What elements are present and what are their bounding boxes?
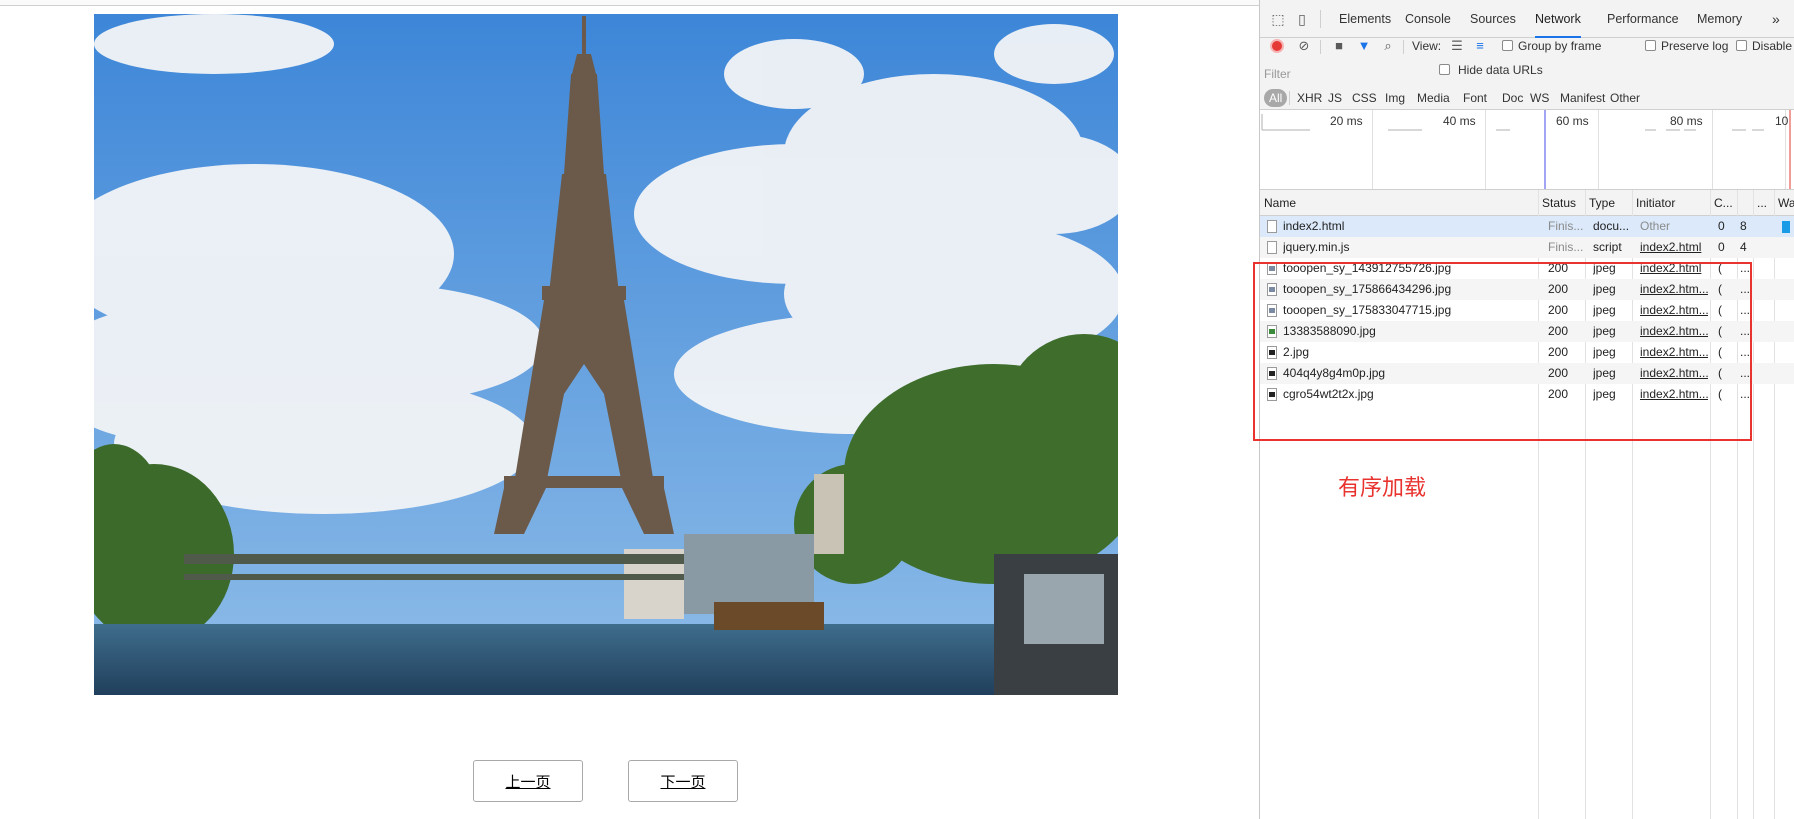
tab-separator [1320,10,1321,28]
column-header-time[interactable]: ... [1757,190,1773,216]
tab-performance[interactable]: Performance [1607,0,1679,38]
request-time: 4 [1740,240,1747,254]
type-separator [1289,91,1290,105]
large-rows-icon[interactable]: ☰ [1448,37,1466,55]
type-filter-css[interactable]: CSS [1350,89,1379,107]
column-header-status[interactable]: Status [1542,190,1586,216]
timeline-gridline [1372,110,1373,189]
highlight-box [1253,262,1752,441]
request-row[interactable]: index2.html Finis... docu... Other 0 8 [1260,216,1794,237]
more-tabs-icon[interactable]: » [1772,0,1780,38]
document-file-icon [1267,241,1277,254]
type-filter-doc[interactable]: Doc [1500,89,1525,107]
tab-memory[interactable]: Memory [1697,0,1742,38]
tab-sources[interactable]: Sources [1470,0,1516,38]
view-label: View: [1412,39,1442,53]
timeline-tick-label: 80 ms [1670,114,1703,128]
annotation-note: 有序加载 [1338,476,1427,501]
eiffel-tower-photo [94,14,1118,695]
browser-top-edge [0,0,1260,6]
next-page-button[interactable]: 下一页 [628,760,738,802]
tab-console[interactable]: Console [1405,0,1451,38]
group-by-frame-label: Group by frame [1518,39,1602,53]
filter-row: Hide data URLs [1260,60,1794,88]
hide-data-urls-label: Hide data URLs [1458,63,1543,77]
filter-icon[interactable]: ▼ [1355,37,1373,55]
timeline-overview: 20 ms 40 ms 60 ms 80 ms 10 [1260,110,1794,190]
type-filter-font[interactable]: Font [1461,89,1489,107]
request-time: 8 [1740,219,1747,233]
tab-network[interactable]: Network [1535,0,1581,38]
tab-elements[interactable]: Elements [1339,0,1391,38]
request-initiator: Other [1640,219,1671,233]
screenshot-camera-icon[interactable]: ■ [1330,37,1348,55]
document-file-icon [1267,220,1277,233]
request-size: 0 [1718,240,1725,254]
group-by-frame-checkbox[interactable] [1502,40,1513,51]
type-filter-ws[interactable]: WS [1528,89,1551,107]
timeline-gridline [1712,110,1713,189]
type-filter-js[interactable]: JS [1326,89,1344,107]
request-name: index2.html [1283,219,1345,233]
toolbar-separator [1320,40,1321,54]
device-toolbar-icon[interactable]: ▯ [1293,10,1311,28]
type-filter-img[interactable]: Img [1383,89,1407,107]
prev-page-button[interactable]: 上一页 [473,760,583,802]
disable-cache-checkbox[interactable] [1736,40,1747,51]
column-header-waterfall[interactable]: Wa [1778,190,1794,216]
timeline-tick-label: 20 ms [1330,114,1363,128]
waterfall-bar [1782,221,1790,233]
column-header-size[interactable]: C... [1714,190,1734,216]
overview-icon[interactable]: ≡ [1471,37,1489,55]
clear-icon[interactable]: ⊘ [1295,37,1313,55]
disable-cache-label: Disable [1752,39,1793,53]
timeline-tick-label: 40 ms [1443,114,1476,128]
record-icon[interactable] [1270,39,1284,53]
timeline-gridline [1598,110,1599,189]
request-row[interactable]: jquery.min.js Finis... script index2.html 0 4 [1260,237,1794,258]
devtools-tab-bar: ⬚ ▯ Elements Console Sources Network Perform… [1260,0,1794,38]
toolbar-separator [1403,40,1404,54]
timeline-tick-label: 10 [1775,114,1789,128]
type-filter-media[interactable]: Media [1415,89,1452,107]
column-header-type[interactable]: Type [1589,190,1633,216]
column-header-initiator[interactable]: Initiator [1636,190,1710,216]
type-filter-manifest[interactable]: Manifest [1558,89,1607,107]
request-initiator[interactable]: index2.html [1640,237,1708,258]
request-name: jquery.min.js [1283,240,1350,254]
request-status: Finis... [1548,219,1584,233]
timeline-tick-label: 60 ms [1556,114,1589,128]
photo-illustration [94,14,1118,695]
timeline-gridline [1485,110,1486,189]
request-status: Finis... [1548,240,1584,254]
request-type: docu... [1593,219,1630,233]
request-table-header: Name Status Type Initiator C...... Wa [1260,190,1794,216]
inspect-element-icon[interactable]: ⬚ [1269,10,1287,28]
search-icon[interactable]: ⌕ [1379,37,1397,55]
type-filter-all[interactable]: All [1264,89,1288,107]
filter-input[interactable] [1264,64,1430,84]
type-filter-xhr[interactable]: XHR [1295,89,1324,107]
column-header-name[interactable]: Name [1264,190,1534,216]
preserve-log-label: Preserve log [1661,39,1729,53]
resource-type-filter: All XHR JS CSS Img Media Font Doc WS Manifest Othe… [1260,86,1794,110]
type-filter-other[interactable]: Other [1608,89,1642,107]
request-size: 0 [1718,219,1725,233]
preserve-log-checkbox[interactable] [1645,40,1656,51]
request-type: script [1593,240,1622,254]
hide-data-urls-checkbox[interactable] [1439,64,1450,75]
